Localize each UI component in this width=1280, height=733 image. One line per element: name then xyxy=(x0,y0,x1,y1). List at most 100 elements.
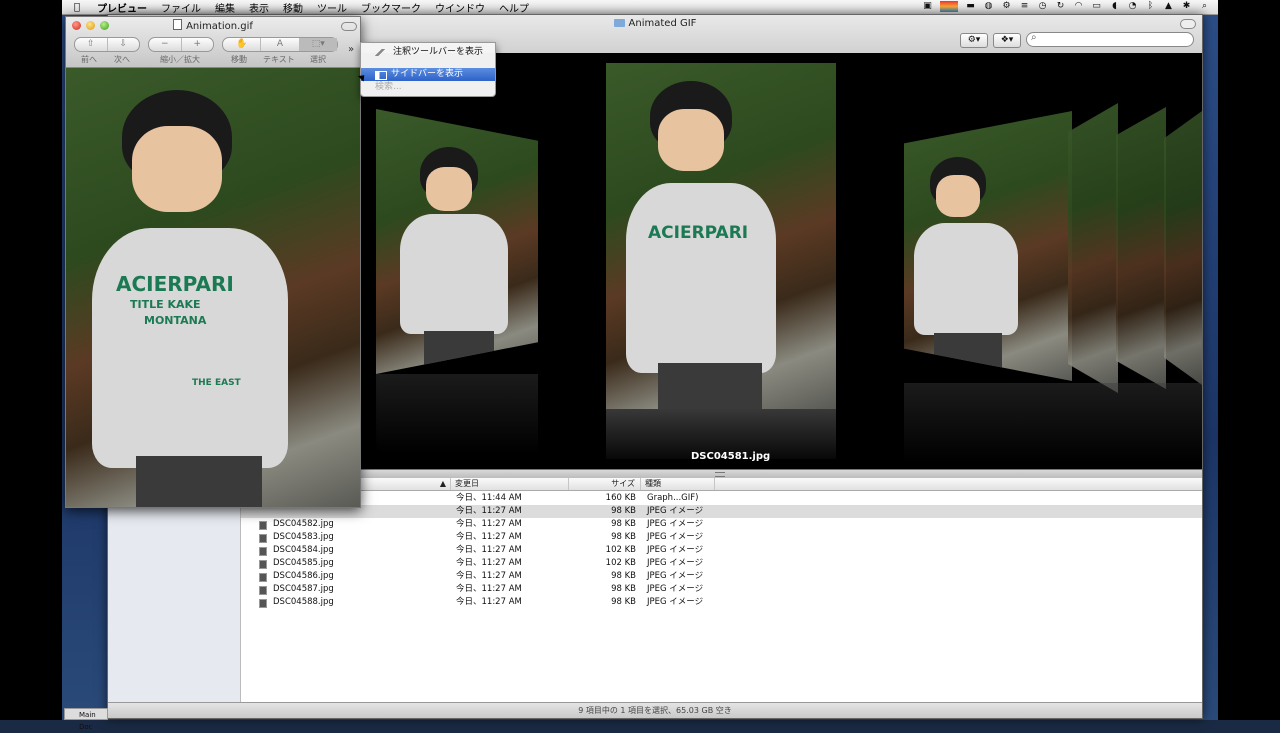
table-row[interactable]: DSC04587.jpg 今日、11:27 AM 98 KB JPEG イメージ xyxy=(241,583,1202,596)
bluetooth-icon[interactable]: ᛒ xyxy=(1145,1,1156,12)
app-status-icon[interactable]: ▣ xyxy=(922,1,933,12)
file-size: 98 KB xyxy=(611,532,636,542)
coverflow-photo-right-4[interactable] xyxy=(1164,111,1202,385)
dropbox-button[interactable]: ❖▾ xyxy=(993,33,1021,48)
flag-icon[interactable] xyxy=(940,1,958,12)
jpeg-file-icon xyxy=(259,547,267,556)
coverflow-reflection-left xyxy=(376,374,538,454)
label-text: テキスト xyxy=(263,55,295,64)
select-tool-button[interactable]: ⬚▾ xyxy=(299,38,337,51)
column-size[interactable]: サイズ xyxy=(569,478,641,490)
finder-sidebar xyxy=(108,478,241,702)
search-input[interactable]: ⌕ xyxy=(1026,32,1194,47)
zoom-out-button[interactable]: − xyxy=(149,38,182,51)
file-date: 今日、11:27 AM xyxy=(456,584,522,594)
file-kind: JPEG イメージ xyxy=(647,519,704,529)
toolbar-toggle-button[interactable] xyxy=(1180,19,1196,29)
tool-button-group: ✋ A ⬚▾ xyxy=(222,37,338,52)
text-tool-button[interactable]: A xyxy=(261,38,300,51)
shirt-print-line1: ACIERPARI xyxy=(116,272,234,296)
settings-icon[interactable]: ⚙ xyxy=(1001,1,1012,12)
lock-icon[interactable]: ▲ xyxy=(1163,1,1174,12)
menu-window[interactable]: ウインドウ xyxy=(435,0,485,15)
finder-title-text: Animated GIF xyxy=(628,18,697,29)
sort-indicator-icon: ▲ xyxy=(439,479,446,488)
coverflow-photo-right-2[interactable] xyxy=(1068,103,1118,393)
table-row[interactable]: 今日、11:44 AM 160 KB Graph...GIF) xyxy=(241,492,1202,505)
file-date: 今日、11:27 AM xyxy=(456,571,522,581)
menu-bar:  プレビュー ファイル 編集 表示 移動 ツール ブックマーク ウインドウ ヘ… xyxy=(62,0,1218,15)
prev-page-button[interactable]: ⇧ xyxy=(75,38,108,51)
table-row[interactable]: DSC04582.jpg 今日、11:27 AM 98 KB JPEG イメージ xyxy=(241,518,1202,531)
splitter-grip-icon[interactable] xyxy=(715,472,725,477)
coverflow-photo-center[interactable]: ACIERPARI xyxy=(606,63,836,409)
menu-view[interactable]: 表示 xyxy=(249,0,269,15)
screen-border-left xyxy=(0,0,62,720)
preview-toolbar[interactable]: Animation.gif ⇧ ⇩ − + ✋ A ⬚▾ » 前へ 次へ 縮小／… xyxy=(66,17,360,68)
coverflow-photo-right-1[interactable] xyxy=(904,111,1072,381)
file-name: DSC04585.jpg xyxy=(273,558,334,568)
apple-menu-icon[interactable]:  xyxy=(74,2,80,13)
zoom-in-button[interactable]: + xyxy=(182,38,214,51)
time-machine-icon[interactable]: ◷ xyxy=(1037,1,1048,12)
menu-item-label: 注釈ツールバーを表示 xyxy=(393,47,484,57)
display-icon[interactable]: ▬ xyxy=(965,1,976,12)
clock-icon[interactable]: ◔ xyxy=(1127,1,1138,12)
menu-item-search[interactable]: 検索... xyxy=(361,81,495,94)
jpeg-file-icon xyxy=(259,534,267,543)
table-row[interactable]: 今日、11:27 AM 98 KB JPEG イメージ xyxy=(241,505,1202,518)
menu-item-show-annotations[interactable]: 注釈ツールバーを表示 xyxy=(361,46,495,59)
dock-item-label[interactable]: Main Doc xyxy=(64,708,108,731)
label-next: 次へ xyxy=(114,55,130,64)
preview-image[interactable]: ACIERPARI TITLE KAKE MONTANA THE EAST xyxy=(66,68,360,507)
menu-app-name[interactable]: プレビュー xyxy=(97,0,147,15)
table-row[interactable]: DSC04585.jpg 今日、11:27 AM 102 KB JPEG イメージ xyxy=(241,557,1202,570)
menu-item-label: サイドバーを表示 xyxy=(391,69,464,79)
file-name: DSC04587.jpg xyxy=(273,584,334,594)
user-icon[interactable]: ✱ xyxy=(1181,1,1192,12)
menu-item-show-sidebar[interactable]: サイドバーを表示 xyxy=(361,68,495,81)
coverflow-caption: DSC04581.jpg xyxy=(691,451,771,462)
table-row[interactable]: DSC04588.jpg 今日、11:27 AM 98 KB JPEG イメージ xyxy=(241,596,1202,609)
column-kind[interactable]: 種類 xyxy=(641,478,715,490)
menu-edit[interactable]: 編集 xyxy=(215,0,235,15)
menu-go[interactable]: 移動 xyxy=(283,0,303,15)
file-kind: JPEG イメージ xyxy=(647,506,704,516)
coverflow-photo-right-3[interactable] xyxy=(1116,107,1166,389)
action-menu-button[interactable]: ⚙▾ xyxy=(960,33,988,48)
jpeg-file-icon xyxy=(259,599,267,608)
volume-icon[interactable]: ◖ xyxy=(1109,1,1120,12)
file-date: 今日、11:27 AM xyxy=(456,519,522,529)
spotlight-icon[interactable]: ⌕ xyxy=(1199,1,1210,12)
menu-bookmarks[interactable]: ブックマーク xyxy=(361,0,421,15)
sliders-icon[interactable]: ≡ xyxy=(1019,1,1030,12)
search-icon: ⌕ xyxy=(1031,32,1037,43)
preview-window: Animation.gif ⇧ ⇩ − + ✋ A ⬚▾ » 前へ 次へ 縮小／… xyxy=(65,16,361,508)
file-size: 98 KB xyxy=(611,519,636,529)
file-kind: JPEG イメージ xyxy=(647,532,704,542)
menu-file[interactable]: ファイル xyxy=(161,0,201,15)
coverflow-photo-left[interactable] xyxy=(376,109,538,374)
menu-tools[interactable]: ツール xyxy=(317,0,347,15)
jpeg-file-icon xyxy=(259,573,267,582)
wifi-icon[interactable]: ◠ xyxy=(1073,1,1084,12)
toolbar-overflow-menu: 注釈ツールバーを表示 サイドバーを表示 検索... xyxy=(360,42,496,97)
column-modified[interactable]: 変更日 xyxy=(451,478,569,490)
battery-icon[interactable]: ▭ xyxy=(1091,1,1102,12)
jpeg-file-icon xyxy=(259,521,267,530)
preview-toolbar-toggle[interactable] xyxy=(341,22,357,31)
table-row[interactable]: DSC04584.jpg 今日、11:27 AM 102 KB JPEG イメージ xyxy=(241,544,1202,557)
file-kind: JPEG イメージ xyxy=(647,597,704,607)
next-page-button[interactable]: ⇩ xyxy=(108,38,140,51)
file-kind: JPEG イメージ xyxy=(647,558,704,568)
file-date: 今日、11:27 AM xyxy=(456,506,522,516)
globe-icon[interactable]: ◍ xyxy=(983,1,994,12)
sync-icon[interactable]: ↻ xyxy=(1055,1,1066,12)
table-row[interactable]: DSC04586.jpg 今日、11:27 AM 98 KB JPEG イメージ xyxy=(241,570,1202,583)
toolbar-overflow-icon[interactable]: » xyxy=(348,44,354,55)
menu-help[interactable]: ヘルプ xyxy=(499,0,529,15)
label-move: 移動 xyxy=(231,55,247,64)
table-row[interactable]: DSC04583.jpg 今日、11:27 AM 98 KB JPEG イメージ xyxy=(241,531,1202,544)
file-kind: Graph...GIF) xyxy=(647,493,699,503)
move-tool-button[interactable]: ✋ xyxy=(223,38,262,51)
